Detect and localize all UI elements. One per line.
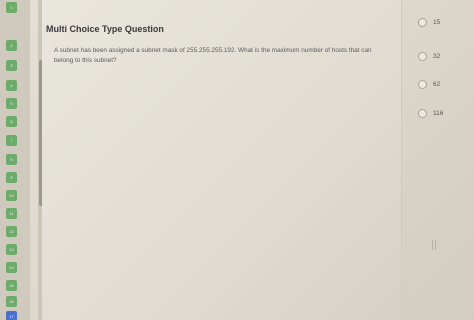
option-3-radio[interactable] bbox=[418, 80, 427, 89]
question-text: A subnet has been assigned a subnet mask… bbox=[54, 47, 372, 64]
question-navigator: 1 2 3 4 5 6 7 8 9 10 11 12 13 14 15 16 1… bbox=[0, 0, 30, 320]
nav-item-12[interactable]: 12 bbox=[6, 226, 17, 237]
nav-item-17[interactable]: 17 bbox=[6, 311, 17, 320]
option-2-label: 32 bbox=[433, 53, 441, 60]
nav-item-10[interactable]: 10 bbox=[6, 190, 17, 201]
option-3[interactable]: 62 bbox=[418, 80, 440, 89]
nav-item-13[interactable]: 13 bbox=[6, 244, 17, 255]
option-2-radio[interactable] bbox=[418, 52, 427, 61]
nav-item-1[interactable]: 1 bbox=[6, 2, 17, 13]
quiz-screen: 1 2 3 4 5 6 7 8 9 10 11 12 13 14 15 16 1… bbox=[0, 0, 474, 320]
nav-item-6[interactable]: 6 bbox=[6, 116, 17, 127]
option-1[interactable]: 15 bbox=[418, 18, 440, 27]
option-3-label: 62 bbox=[433, 81, 441, 88]
nav-item-8[interactable]: 8 bbox=[6, 154, 17, 165]
nav-item-2[interactable]: 2 bbox=[6, 40, 17, 51]
option-2[interactable]: 32 bbox=[418, 52, 440, 61]
nav-item-11[interactable]: 11 bbox=[6, 208, 17, 219]
answer-options: 15 32 62 116 bbox=[402, 0, 474, 320]
option-4-radio[interactable] bbox=[418, 109, 427, 118]
question-title: Multi Choice Type Question bbox=[46, 24, 164, 34]
nav-item-7[interactable]: 7 bbox=[6, 135, 17, 146]
nav-item-15[interactable]: 15 bbox=[6, 280, 17, 291]
nav-item-3[interactable]: 3 bbox=[6, 60, 17, 71]
nav-item-14[interactable]: 14 bbox=[6, 262, 17, 273]
nav-item-9[interactable]: 9 bbox=[6, 172, 17, 183]
option-1-label: 15 bbox=[433, 19, 441, 26]
question-panel: Multi Choice Type Question A subnet has … bbox=[42, 0, 436, 320]
nav-item-5[interactable]: 5 bbox=[6, 98, 17, 109]
option-4[interactable]: 116 bbox=[418, 109, 443, 118]
nav-item-16[interactable]: 16 bbox=[6, 296, 17, 307]
nav-item-4[interactable]: 4 bbox=[6, 80, 17, 91]
option-4-label: 116 bbox=[433, 110, 444, 117]
option-1-radio[interactable] bbox=[418, 18, 427, 27]
